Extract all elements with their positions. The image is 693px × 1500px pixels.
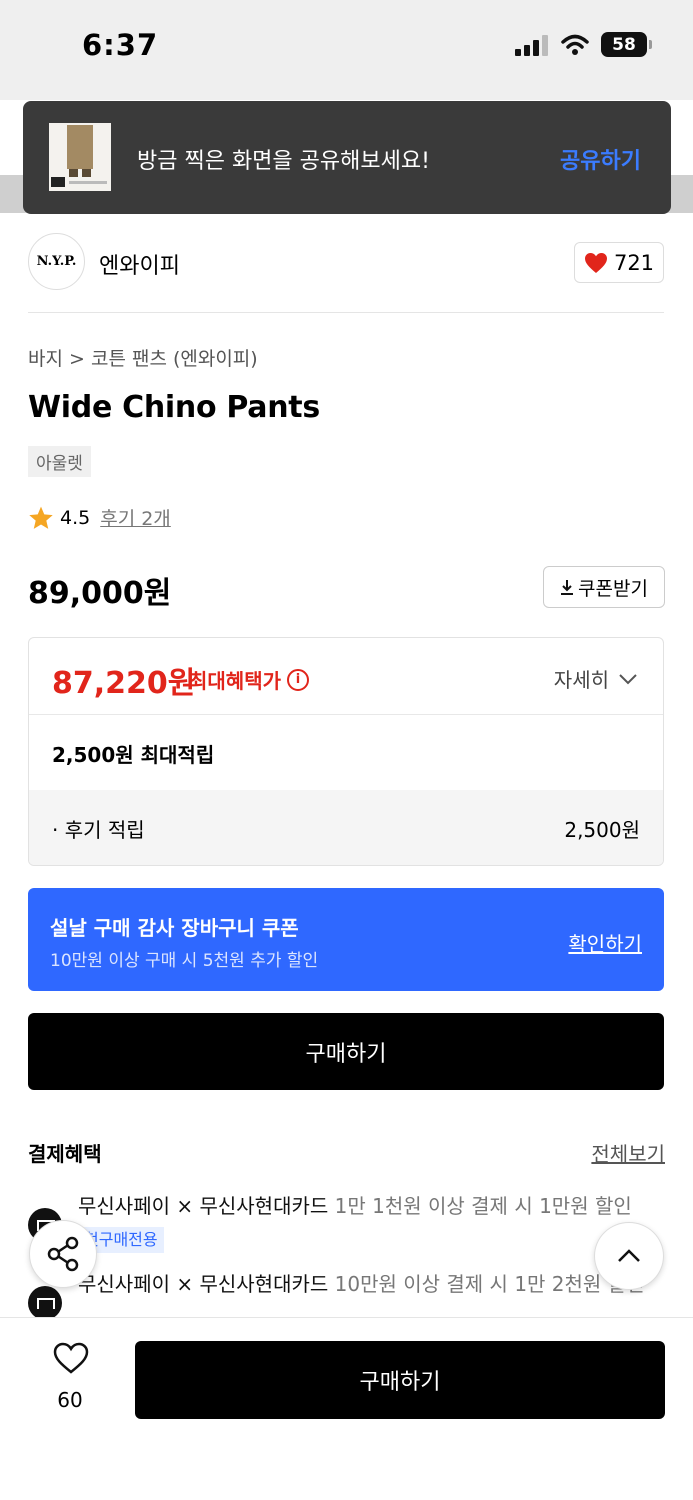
status-icons: 58 <box>515 32 652 57</box>
status-bar: 6:37 58 <box>0 0 693 100</box>
brand-logo[interactable]: N.Y.P. <box>28 233 85 290</box>
benefit-box: 87,220원 최대혜택가 i 자세히 2,500원 최대적립 · 후기 적립 … <box>28 637 664 866</box>
bottom-buy-button[interactable]: 구매하기 <box>135 1341 665 1419</box>
battery-icon: 58 <box>601 32 652 57</box>
chevron-down-icon <box>619 673 637 684</box>
payment-benefit-text: 무신사페이 × 무신사현대카드 1만 1천원 이상 결제 시 1만원 할인 첫구… <box>78 1190 668 1254</box>
screenshot-thumbnail <box>49 123 111 191</box>
chevron-up-icon <box>618 1249 640 1262</box>
heart-outline-icon <box>53 1342 89 1374</box>
download-icon <box>561 580 574 595</box>
breadcrumb[interactable]: 바지 > 코튼 팬츠 (엔와이피) <box>28 344 258 371</box>
brand-like-count: 721 <box>613 250 655 275</box>
card-icon <box>28 1286 62 1320</box>
share-button[interactable] <box>29 1220 97 1288</box>
payment-benefit-partner: 무신사페이 × 무신사현대카드 <box>78 1272 329 1296</box>
product-price: 89,000원 <box>28 576 172 611</box>
rating-score: 4.5 <box>60 506 91 529</box>
coupon-banner[interactable]: 설날 구매 감사 장바구니 쿠폰 10만원 이상 구매 시 5천원 추가 할인 … <box>28 888 664 991</box>
review-points-row: · 후기 적립 2,500원 <box>29 790 663 865</box>
toast-share-button[interactable]: 공유하기 <box>560 143 641 175</box>
toast-message: 방금 찍은 화면을 공유해보세요! <box>137 149 430 174</box>
max-benefit-label: 최대혜택가 <box>189 669 281 693</box>
payment-benefit-text: 무신사페이 × 무신사현대카드 10만원 이상 결제 시 1만 2천원 할인 <box>78 1268 668 1300</box>
wishlist-button[interactable] <box>48 1342 94 1378</box>
benefit-detail-label: 자세히 <box>553 668 609 692</box>
wishlist-count: 60 <box>57 1388 83 1412</box>
max-points-text: 2,500원 최대적립 <box>52 743 215 767</box>
signal-icon <box>515 34 548 56</box>
coupon-download-label: 쿠폰받기 <box>578 577 648 600</box>
payment-view-all-link[interactable]: 전체보기 <box>591 1138 665 1167</box>
heart-filled-icon <box>584 252 607 273</box>
payment-benefit-desc: 1만 1천원 이상 결제 시 1만원 할인 <box>334 1194 632 1218</box>
share-toast[interactable]: 방금 찍은 화면을 공유해보세요! 공유하기 <box>23 101 671 214</box>
coupon-download-button[interactable]: 쿠폰받기 <box>543 566 665 608</box>
brand-row[interactable]: N.Y.P. 엔와이피 721 <box>28 233 664 291</box>
payment-benefit-desc: 10만원 이상 결제 시 1만 2천원 할인 <box>334 1272 645 1296</box>
review-count-link[interactable]: 후기 2개 <box>100 504 171 531</box>
max-benefit-price: 87,220원 <box>52 666 196 701</box>
bottom-action-bar: 60 구매하기 <box>0 1317 693 1500</box>
max-benefit-label-group: 최대혜택가 i <box>189 665 309 694</box>
brand-name[interactable]: 엔와이피 <box>99 248 180 280</box>
review-points-label: · 후기 적립 <box>52 818 145 842</box>
benefit-detail-toggle[interactable]: 자세히 <box>554 664 637 693</box>
status-time: 6:37 <box>82 28 159 62</box>
scroll-to-top-button[interactable] <box>594 1222 664 1290</box>
star-icon <box>29 506 53 529</box>
max-benefit-row[interactable]: 87,220원 최대혜택가 i 자세히 <box>29 638 663 715</box>
info-icon[interactable]: i <box>287 668 309 691</box>
payment-benefit-title: 결제혜택 <box>28 1142 102 1166</box>
wifi-icon <box>561 34 589 55</box>
brand-like-button[interactable]: 721 <box>574 242 664 283</box>
coupon-banner-confirm-link[interactable]: 확인하기 <box>568 928 642 957</box>
divider <box>28 312 664 313</box>
buy-button[interactable]: 구매하기 <box>28 1013 664 1090</box>
product-title: Wide Chino Pants <box>28 390 320 425</box>
rating-row[interactable]: 4.5 후기 2개 <box>28 504 171 531</box>
outlet-tag: 아울렛 <box>28 446 91 477</box>
coupon-banner-subtitle: 10만원 이상 구매 시 5천원 추가 할인 <box>50 951 319 971</box>
share-icon <box>47 1236 79 1272</box>
review-points-value: 2,500원 <box>564 818 640 842</box>
payment-benefit-partner: 무신사페이 × 무신사현대카드 <box>78 1194 329 1218</box>
max-points-row: 2,500원 최대적립 <box>29 715 663 790</box>
coupon-banner-title: 설날 구매 감사 장바구니 쿠폰 <box>50 916 299 940</box>
